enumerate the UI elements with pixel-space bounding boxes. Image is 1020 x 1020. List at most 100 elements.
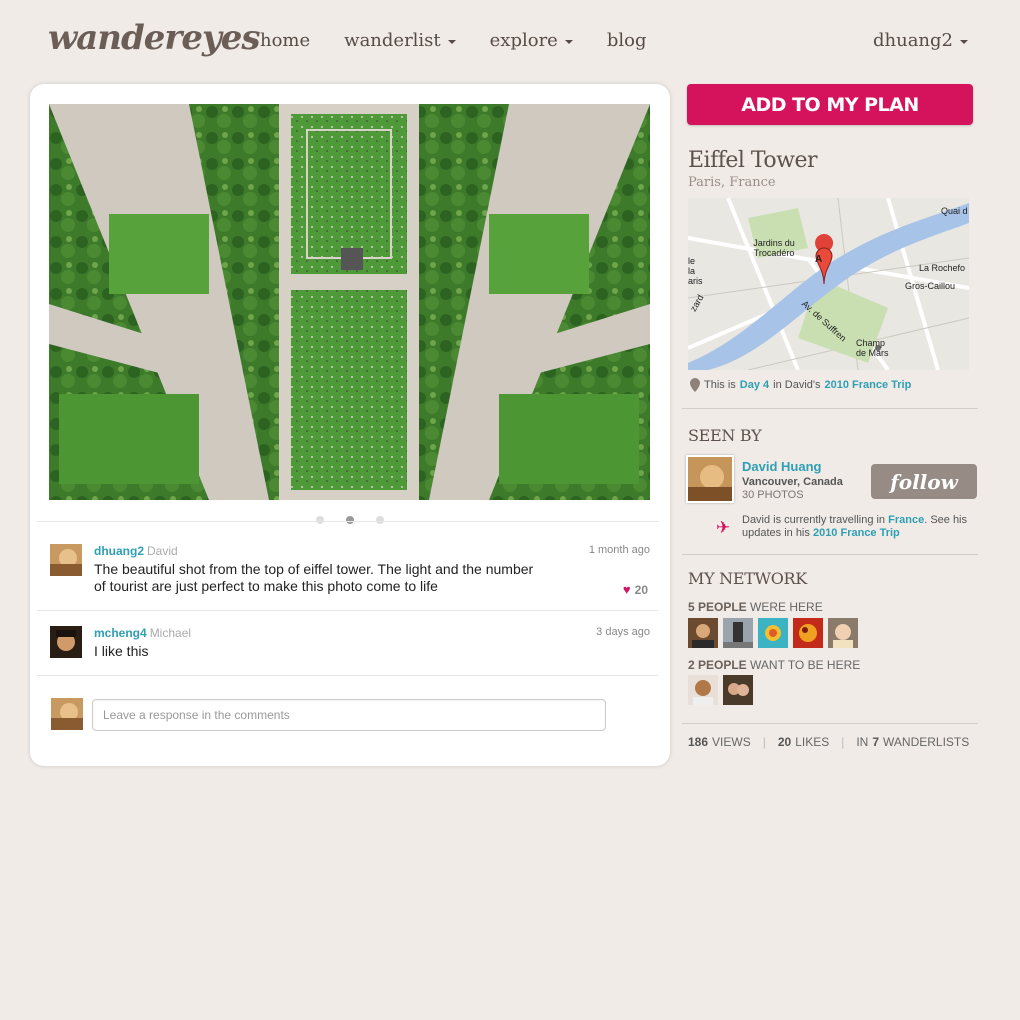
location-map[interactable]: A Jardins du Trocadéro Quai d La Rochefo… bbox=[688, 198, 969, 370]
user-menu-name: dhuang2 bbox=[872, 30, 953, 51]
avatar[interactable] bbox=[828, 618, 858, 648]
carousel-dot[interactable] bbox=[316, 516, 324, 524]
avatar[interactable] bbox=[688, 675, 718, 705]
seen-by-photos: 30 PHOTOS bbox=[742, 489, 804, 501]
avatar[interactable] bbox=[50, 544, 82, 576]
avatar[interactable] bbox=[723, 675, 753, 705]
main-nav: home wanderlist explore blog bbox=[260, 30, 680, 51]
comment-input[interactable] bbox=[92, 699, 606, 731]
wanderlists-label[interactable]: WANDERLISTS bbox=[883, 735, 969, 749]
avatar[interactable] bbox=[688, 618, 718, 648]
carousel-dot-active[interactable] bbox=[346, 516, 354, 524]
airplane-icon: ✈ bbox=[716, 518, 731, 537]
divider bbox=[37, 675, 658, 676]
map-label: Gros-Caillou bbox=[905, 281, 956, 291]
map-label: Quai d bbox=[941, 206, 968, 216]
nav-wanderlist-label: wanderlist bbox=[344, 30, 441, 51]
nav-blog-label: blog bbox=[606, 30, 647, 51]
add-to-plan-button[interactable]: ADD TO MY PLAN bbox=[687, 84, 973, 125]
chevron-down-icon bbox=[564, 39, 573, 44]
avatar[interactable] bbox=[758, 618, 788, 648]
seen-by-name[interactable]: David Huang bbox=[742, 459, 821, 474]
comment-username[interactable]: dhuang2 David bbox=[94, 544, 178, 558]
nav-blog[interactable]: blog bbox=[607, 30, 647, 51]
comment-text: I like this bbox=[94, 643, 149, 659]
travel-place-link[interactable]: France bbox=[888, 514, 924, 526]
heart-icon: ♥ bbox=[622, 582, 631, 597]
likes-label: LIKES bbox=[795, 735, 830, 749]
reply-avatar bbox=[51, 698, 83, 730]
my-network-heading: MY NETWORK bbox=[688, 569, 807, 588]
seen-by-location: Vancouver, Canada bbox=[742, 476, 843, 488]
stats-bar: 186 VIEWS | 20 LIKES | IN 7 WANDERLISTS bbox=[688, 735, 969, 749]
main-photo[interactable] bbox=[49, 104, 650, 500]
comment-realname: Michael bbox=[149, 626, 192, 640]
seen-by-heading: SEEN BY bbox=[688, 426, 762, 445]
comment-username-text: dhuang2 bbox=[94, 544, 144, 558]
map-label: Jardins du Trocadéro bbox=[753, 238, 795, 258]
wanderlists-count: 7 bbox=[872, 735, 880, 749]
comment-item: mcheng4 Michael 3 days ago I like this bbox=[50, 626, 650, 666]
comment-time: 3 days ago bbox=[596, 626, 650, 638]
comment-text: The beautiful shot from the top of eiffe… bbox=[94, 561, 534, 594]
aerial-park-image bbox=[49, 104, 650, 500]
travel-trip-link[interactable]: 2010 France Trip bbox=[813, 527, 900, 539]
trip-mid: in David's bbox=[773, 379, 821, 391]
separator: | bbox=[762, 735, 766, 749]
want-here-text: WANT TO BE HERE bbox=[750, 658, 861, 672]
want-here-label: 2 PEOPLE WANT TO BE HERE bbox=[688, 658, 860, 672]
logo[interactable]: wandereyes bbox=[48, 18, 260, 58]
map-label: Champ de Mars bbox=[856, 338, 889, 358]
user-menu[interactable]: dhuang2 bbox=[873, 30, 968, 51]
nav-explore-label: explore bbox=[489, 30, 558, 51]
travel-note: David is currently travelling in France.… bbox=[742, 514, 974, 540]
map-label: La Rochefo bbox=[919, 263, 966, 273]
avatar[interactable] bbox=[50, 626, 82, 658]
trip-prefix: This is bbox=[704, 379, 736, 391]
separator: | bbox=[841, 735, 845, 749]
likes-count: 20 bbox=[777, 735, 792, 749]
map-label: le la aris bbox=[688, 256, 703, 286]
want-here-avatars bbox=[688, 675, 753, 705]
want-here-count: 2 PEOPLE bbox=[688, 658, 747, 672]
map-pin-icon bbox=[690, 378, 700, 392]
comment-username-text: mcheng4 bbox=[94, 626, 147, 640]
divider bbox=[682, 408, 978, 409]
avatar[interactable] bbox=[686, 455, 734, 503]
were-here-count: 5 PEOPLE bbox=[688, 600, 747, 614]
photo-card: dhuang2 David 1 month ago The beautiful s… bbox=[30, 84, 670, 766]
divider bbox=[682, 723, 978, 724]
trip-info: This is Day 4 in David's 2010 France Tri… bbox=[690, 378, 911, 392]
carousel-dot[interactable] bbox=[376, 516, 384, 524]
comment-realname: David bbox=[147, 544, 178, 558]
were-here-avatars bbox=[688, 618, 858, 648]
were-here-label: 5 PEOPLE WERE HERE bbox=[688, 600, 823, 614]
trip-name-link[interactable]: 2010 France Trip bbox=[824, 379, 911, 391]
avatar[interactable] bbox=[793, 618, 823, 648]
nav-home-label: home bbox=[260, 30, 311, 51]
comment-item: dhuang2 David 1 month ago The beautiful s… bbox=[50, 544, 650, 604]
place-location: Paris, France bbox=[688, 175, 776, 190]
nav-explore[interactable]: explore bbox=[490, 30, 573, 51]
avatar[interactable] bbox=[723, 618, 753, 648]
divider bbox=[37, 610, 658, 611]
trip-day-link[interactable]: Day 4 bbox=[740, 379, 769, 391]
chevron-down-icon bbox=[447, 39, 456, 44]
like-count[interactable]: ♥ 20 bbox=[623, 582, 648, 597]
divider bbox=[37, 521, 658, 522]
like-count-value: 20 bbox=[634, 582, 648, 597]
follow-button[interactable]: follow bbox=[871, 464, 977, 499]
in-label: IN bbox=[856, 735, 869, 749]
were-here-text: WERE HERE bbox=[750, 600, 823, 614]
chevron-down-icon bbox=[960, 39, 968, 44]
nav-home[interactable]: home bbox=[260, 30, 310, 51]
comment-username[interactable]: mcheng4 Michael bbox=[94, 626, 191, 640]
carousel-dots bbox=[30, 516, 670, 524]
map-pin-letter: A bbox=[815, 254, 823, 265]
divider bbox=[682, 554, 978, 555]
views-count: 186 bbox=[688, 735, 709, 749]
travel-prefix: David is currently travelling in bbox=[742, 514, 886, 526]
nav-wanderlist[interactable]: wanderlist bbox=[344, 30, 456, 51]
place-title: Eiffel Tower bbox=[688, 148, 818, 173]
views-label: VIEWS bbox=[712, 735, 751, 749]
